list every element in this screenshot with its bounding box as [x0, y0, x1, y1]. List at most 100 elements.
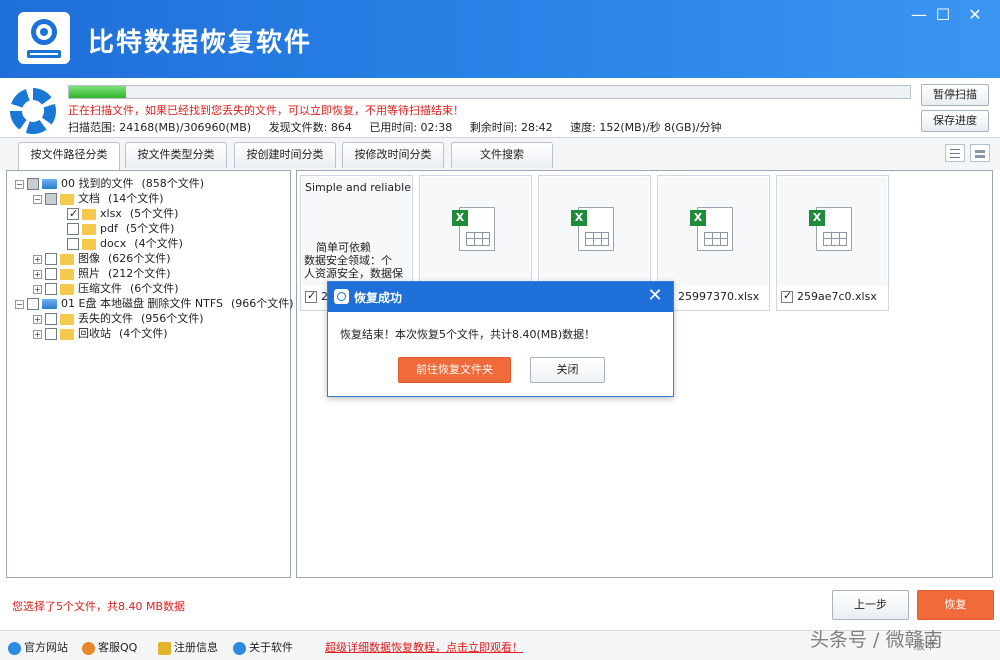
file-preview: Simple and reliable 简单可依赖 数据安全领域：个 人资源安全… [302, 177, 411, 285]
thumbnail-view-icon[interactable] [970, 144, 990, 162]
collapse-icon[interactable]: − [15, 299, 24, 309]
excel-file-icon: X [452, 207, 495, 251]
tree-item-found-files[interactable]: −00 找到的文件 (858个文件) [15, 176, 204, 191]
tree-item-xlsx[interactable]: xlsx(5个文件) [67, 206, 178, 221]
file-name-row[interactable]: 259ae7c0.xlsx [781, 289, 877, 303]
title-bar: 比特数据恢复软件 — ☐ ✕ [0, 0, 1000, 78]
tree-checkbox[interactable] [67, 206, 79, 221]
tab-by-modified[interactable]: 按修改时间分类 [342, 142, 444, 168]
folder-icon [60, 283, 74, 295]
recover-button[interactable]: 恢复 [917, 590, 994, 620]
minimize-button[interactable]: — [906, 4, 932, 26]
open-recovery-folder-button[interactable]: 前往恢复文件夹 [398, 357, 511, 383]
recovery-success-dialog: 恢复成功 ✕ 恢复结束！本次恢复5个文件，共计8.40(MB)数据！ 前往恢复文… [327, 281, 674, 397]
tree-item-documents[interactable]: − 文档 (14个文件) [33, 191, 164, 206]
scan-message: 正在扫描文件，如果已经找到您丢失的文件，可以立即恢复，不用等待扫描结束！ [68, 104, 464, 117]
selection-status: 您选择了5个文件，共8.40 MB数据 [12, 600, 186, 613]
tree-checkbox[interactable] [45, 253, 57, 265]
scan-spinner-icon [10, 88, 56, 134]
scan-panel: 正在扫描文件，如果已经找到您丢失的文件，可以立即恢复，不用等待扫描结束！ 扫描范… [0, 78, 1000, 138]
file-name-row[interactable]: 2 [305, 289, 328, 303]
collapse-icon[interactable]: − [15, 179, 24, 189]
save-progress-button[interactable]: 保存进度 [921, 110, 989, 132]
tree-checkbox[interactable] [27, 178, 39, 190]
scan-stats: 扫描范围: 24168(MB)/306960(MB) 发现文件数: 864 已用… [68, 119, 736, 135]
dialog-close-button[interactable]: 关闭 [530, 357, 605, 383]
tree-item-images[interactable]: + 图像 (626个文件) [33, 251, 171, 266]
app-small-icon [334, 289, 349, 304]
dialog-message: 恢复结束！本次恢复5个文件，共计8.40(MB)数据！ [340, 328, 596, 341]
close-button[interactable]: ✕ [962, 4, 988, 26]
footer-about-link[interactable]: 关于软件 [233, 639, 293, 655]
folder-icon [82, 223, 96, 235]
tab-by-created[interactable]: 按创建时间分类 [234, 142, 336, 168]
folder-icon [60, 253, 74, 265]
file-card[interactable]: X 259ae7c0.xlsx [776, 175, 889, 311]
drive-icon [42, 179, 57, 189]
file-preview: X [778, 177, 887, 285]
expand-icon[interactable]: + [33, 329, 42, 339]
tree-checkbox[interactable] [45, 268, 57, 280]
dialog-title: 恢复成功 [354, 291, 403, 305]
key-icon [158, 641, 171, 655]
tree-item-archives[interactable]: + 压缩文件 (6个文件) [33, 281, 179, 296]
maximize-button[interactable]: ☐ [930, 4, 956, 26]
file-checkbox[interactable] [305, 289, 317, 303]
remaining-time: 剩余时间: 28:42 [469, 121, 553, 134]
file-preview: X [659, 177, 768, 285]
scan-progress-bar [68, 85, 911, 99]
drive-icon [42, 299, 57, 309]
footer-register-link[interactable]: 注册信息 [158, 639, 218, 655]
scan-speed: 速度: 152(MB)/秒 8(GB)/分钟 [570, 121, 722, 134]
tab-file-search[interactable]: 文件搜索 [451, 142, 553, 168]
tree-item-e-drive[interactable]: −01 E盘 本地磁盘 删除文件 NTFS (966个文件) [15, 296, 294, 311]
tree-checkbox[interactable] [67, 238, 79, 250]
excel-file-icon: X [690, 207, 733, 251]
folder-icon [60, 193, 74, 205]
expand-icon[interactable]: + [33, 269, 42, 279]
file-checkbox[interactable] [781, 289, 793, 303]
tree-checkbox[interactable] [45, 193, 57, 205]
file-name-row[interactable]: 25997370.xlsx [662, 289, 759, 303]
app-title: 比特数据恢复软件 [88, 28, 313, 58]
previous-step-button[interactable]: 上一步 [832, 590, 909, 620]
globe-icon [8, 641, 21, 655]
folder-icon [60, 313, 74, 325]
tree-checkbox[interactable] [45, 313, 57, 325]
file-preview: X [421, 177, 530, 285]
tree-checkbox[interactable] [67, 223, 79, 235]
watermark: 头条号 / 微赣南 [810, 629, 943, 651]
folder-tree: −00 找到的文件(858个文件) −文档(14个文件) xlsx(5个文件) … [6, 170, 294, 578]
info-icon [233, 641, 246, 655]
tree-item-docx[interactable]: docx (4个文件) [67, 236, 183, 251]
expand-icon[interactable]: + [33, 314, 42, 324]
tree-item-pdf[interactable]: pdf (5个文件) [67, 221, 174, 236]
qq-penguin-icon [82, 641, 95, 655]
footer-qq-link[interactable]: 客服QQ [82, 639, 137, 655]
file-preview: X [540, 177, 649, 285]
tree-checkbox[interactable] [45, 328, 57, 340]
expand-icon[interactable]: + [33, 254, 42, 264]
scan-progress-fill [69, 86, 127, 98]
tutorial-promo-link[interactable]: 超级详细数据恢复教程，点击立即观看！ [325, 639, 523, 655]
folder-icon [60, 328, 74, 340]
tree-item-photos[interactable]: + 照片 (212个文件) [33, 266, 171, 281]
excel-file-icon: X [809, 207, 852, 251]
files-found: 发现文件数: 864 [268, 121, 352, 134]
elapsed-time: 已用时间: 02:38 [369, 121, 453, 134]
dialog-close-icon[interactable]: ✕ [644, 285, 666, 307]
list-view-icon[interactable] [945, 144, 965, 162]
expand-icon[interactable]: + [33, 284, 42, 294]
footer-website-link[interactable]: 官方网站 [8, 639, 68, 655]
collapse-icon[interactable]: − [33, 194, 42, 204]
tree-checkbox[interactable] [45, 283, 57, 295]
scan-range: 扫描范围: 24168(MB)/306960(MB) [68, 121, 252, 134]
tree-item-lost-files[interactable]: + 丢失的文件 (956个文件) [33, 311, 204, 326]
tab-by-path[interactable]: 按文件路径分类 [18, 142, 120, 170]
folder-icon [82, 238, 96, 250]
pause-scan-button[interactable]: 暂停扫描 [921, 84, 989, 106]
tree-item-recycle-bin[interactable]: + 回收站 (4个文件) [33, 326, 168, 341]
dialog-header: 恢复成功 ✕ [328, 282, 673, 312]
tree-checkbox[interactable] [27, 298, 39, 310]
tab-by-type[interactable]: 按文件类型分类 [125, 142, 227, 168]
